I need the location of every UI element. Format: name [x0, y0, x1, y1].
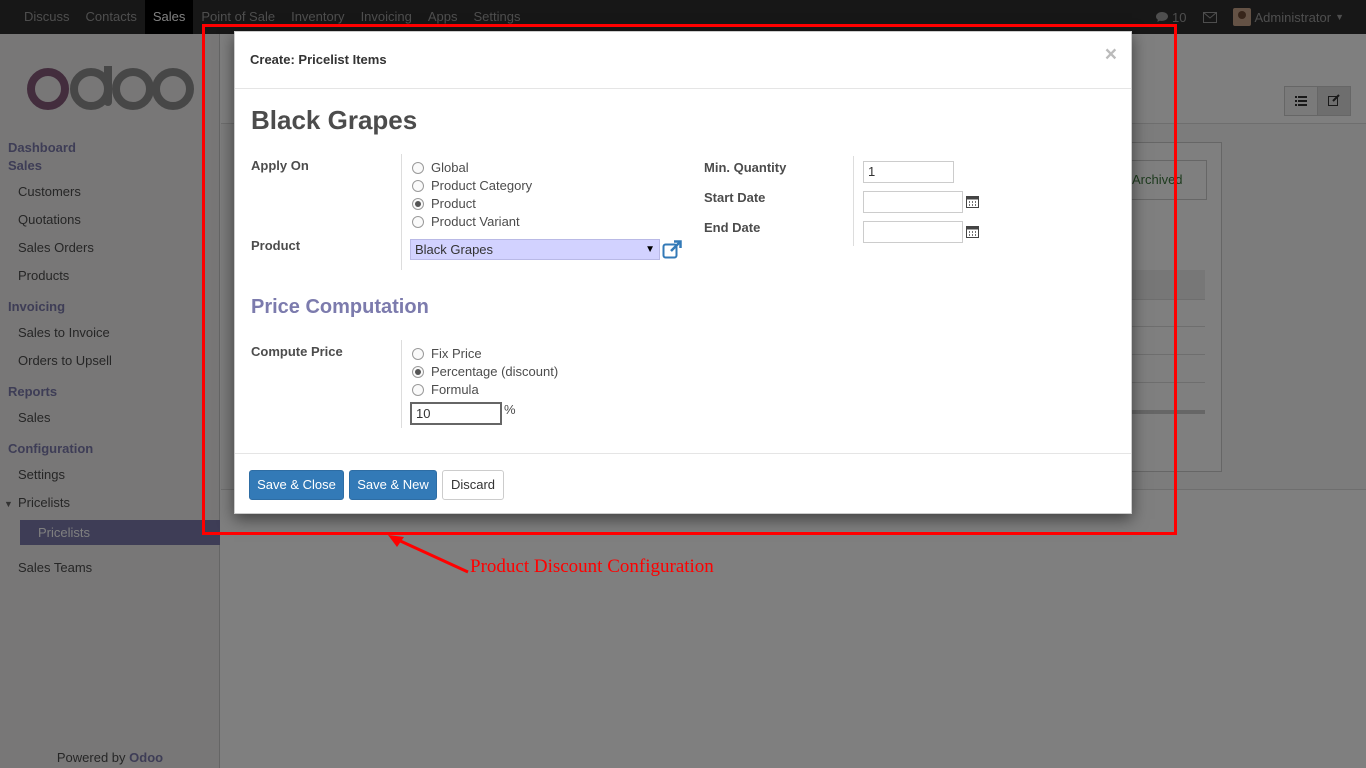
annotation-label: Product Discount Configuration: [470, 556, 714, 577]
annotation-arrow-icon: [388, 535, 469, 574]
annotation-highlight-box: [202, 24, 1177, 535]
